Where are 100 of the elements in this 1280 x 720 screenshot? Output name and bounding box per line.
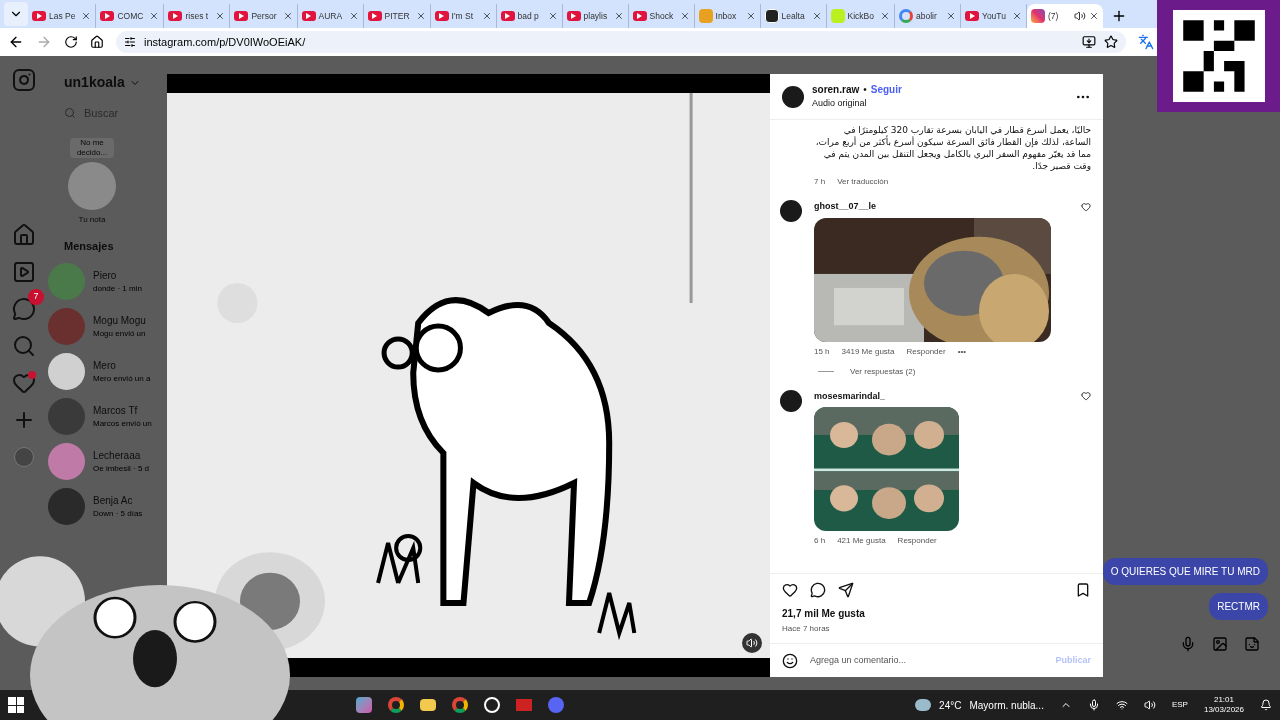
view-replies-link[interactable]: Ver respuestas (2)	[850, 365, 916, 378]
volume-icon[interactable]	[1143, 699, 1156, 711]
search-icon	[64, 107, 76, 120]
close-icon[interactable]	[215, 11, 226, 21]
like-icon[interactable]	[1081, 391, 1091, 402]
close-icon[interactable]	[1089, 11, 1099, 21]
new-tab-icon[interactable]	[1111, 8, 1127, 24]
commenter-avatar[interactable]	[780, 200, 802, 222]
close-icon[interactable]	[149, 11, 160, 21]
comment-time: 6 h	[814, 535, 826, 547]
like-icon[interactable]	[782, 582, 798, 598]
commenter-name[interactable]: mosesmarindal_	[814, 389, 886, 403]
tab-title: bad p	[517, 9, 539, 23]
search-icon[interactable]	[12, 333, 36, 358]
close-icon[interactable]	[547, 11, 558, 21]
video-icon	[234, 11, 249, 21]
close-icon[interactable]	[282, 11, 293, 21]
qr-code-icon	[1172, 10, 1265, 102]
close-icon[interactable]	[348, 11, 359, 21]
contact-name: Marcos Tf	[93, 403, 139, 418]
install-icon[interactable]	[1082, 35, 1096, 49]
weather-icon[interactable]	[915, 699, 932, 711]
back-icon[interactable]	[8, 34, 24, 50]
follow-link[interactable]: Seguir	[870, 82, 902, 98]
close-icon[interactable]	[946, 11, 956, 21]
network-icon[interactable]	[1115, 699, 1128, 711]
tab-title: YouTu	[982, 9, 1006, 23]
comment-field[interactable]: Agrega un comentario...	[810, 653, 1044, 668]
bookmark-icon[interactable]	[1075, 582, 1091, 598]
close-icon[interactable]	[811, 11, 822, 21]
close-icon[interactable]	[415, 11, 426, 21]
windows-start-icon[interactable]	[8, 697, 24, 713]
home-icon[interactable]	[90, 35, 104, 49]
comment-time: 15 h	[814, 345, 830, 358]
caption-text: حاليًا، يعمل أسرع قطار في اليابان بسرعة تقارب 320 كيلومترًا في الساعة، لذلك فإن القطار فائق السرعة سيكون أسرع بأكثر من أربع مرات، مما قد يغيّر مفهوم السفر البري بالكامل ويجعل التنقل بين المدن يتم في وقت قصير جدًا.	[814, 124, 1091, 172]
chat-bubble[interactable]: O QUIERES QUE MIRE TU MRD	[1102, 558, 1268, 585]
reload-icon[interactable]	[64, 35, 78, 49]
tab-title: Las Pe	[49, 9, 76, 23]
comment-likes[interactable]: 3419 Me gusta	[841, 345, 895, 358]
tab-title: KickBo	[847, 9, 874, 23]
author-avatar[interactable]	[782, 85, 804, 108]
author-name[interactable]: soren.raw	[812, 82, 860, 98]
close-icon[interactable]	[679, 11, 690, 21]
comment-likes[interactable]: 421 Me gusta	[837, 535, 886, 547]
translate-link[interactable]: Ver traducción	[837, 176, 889, 188]
mic-icon[interactable]	[1087, 699, 1100, 711]
video-icon	[32, 11, 46, 21]
emoji-icon[interactable]	[782, 652, 798, 669]
close-icon[interactable]	[81, 11, 92, 21]
close-icon[interactable]	[613, 11, 624, 21]
browser-icon[interactable]	[452, 697, 468, 713]
post-time: Hace 7 horas	[782, 623, 831, 635]
like-count[interactable]: 21,7 mil Me gusta	[782, 606, 1091, 621]
app-icon[interactable]	[484, 697, 500, 713]
reels-icon[interactable]	[12, 259, 36, 284]
tab-title: Inbox	[715, 9, 737, 23]
sticker-icon[interactable]	[1244, 636, 1260, 652]
contact-name: Mogu Mogu	[93, 313, 146, 328]
message-preview: Down · 5 días	[93, 507, 143, 520]
commenter-name[interactable]: ghost__07__le	[814, 200, 877, 214]
tab-title: Persor	[251, 9, 277, 23]
message-preview: donde · 1 min	[93, 282, 142, 295]
message-preview: Mero envió un a	[93, 372, 151, 385]
video-icon	[965, 11, 979, 21]
browser-tab[interactable]: (7)	[1027, 4, 1103, 28]
notifications-icon[interactable]	[1260, 699, 1272, 711]
speaker-icon	[746, 637, 758, 649]
tab-title: AURA	[318, 9, 343, 23]
translate-icon[interactable]	[1138, 34, 1154, 50]
reply-link[interactable]: Responder	[897, 535, 937, 547]
language-indicator[interactable]: ESP	[1171, 699, 1188, 711]
share-icon[interactable]	[838, 582, 854, 598]
bookmark-star-icon[interactable]	[1104, 35, 1118, 49]
folder-icon[interactable]	[420, 699, 436, 711]
comment-icon[interactable]	[810, 582, 826, 598]
note-bubble[interactable]: No me decido...	[70, 137, 114, 158]
close-icon[interactable]	[481, 11, 492, 21]
clock[interactable]: 21:01 13/03/2026	[1203, 695, 1244, 715]
audio-label[interactable]: Audio original	[812, 97, 1067, 111]
chat-bubble[interactable]: RECTMR	[1209, 593, 1268, 620]
messages-icon[interactable]	[12, 296, 36, 321]
like-icon[interactable]	[1081, 201, 1091, 212]
site-settings-icon	[124, 36, 136, 48]
close-icon[interactable]	[1012, 11, 1022, 21]
address-bar[interactable]: instagram.com/p/DV0IWoOEiAK/	[116, 31, 1126, 53]
more-options[interactable]: •••	[957, 345, 967, 358]
tab-title: (7)	[1048, 9, 1059, 23]
tab-title: abolir	[916, 9, 937, 23]
address-text: instagram.com/p/DV0IWoOEiAK/	[144, 34, 307, 50]
browser-icon[interactable]	[388, 697, 404, 713]
video-icon	[301, 11, 316, 21]
app-icon	[830, 9, 845, 23]
commenter-avatar[interactable]	[780, 389, 802, 412]
reply-link[interactable]: Responder	[906, 345, 946, 358]
weather-forecast[interactable]: Mayorm. nubla...	[969, 697, 1044, 713]
temperature[interactable]: 24°C	[939, 697, 962, 713]
image-icon[interactable]	[1212, 636, 1228, 652]
close-icon[interactable]	[745, 11, 756, 21]
tab-search-button[interactable]	[4, 2, 28, 26]
close-icon[interactable]	[880, 11, 890, 21]
